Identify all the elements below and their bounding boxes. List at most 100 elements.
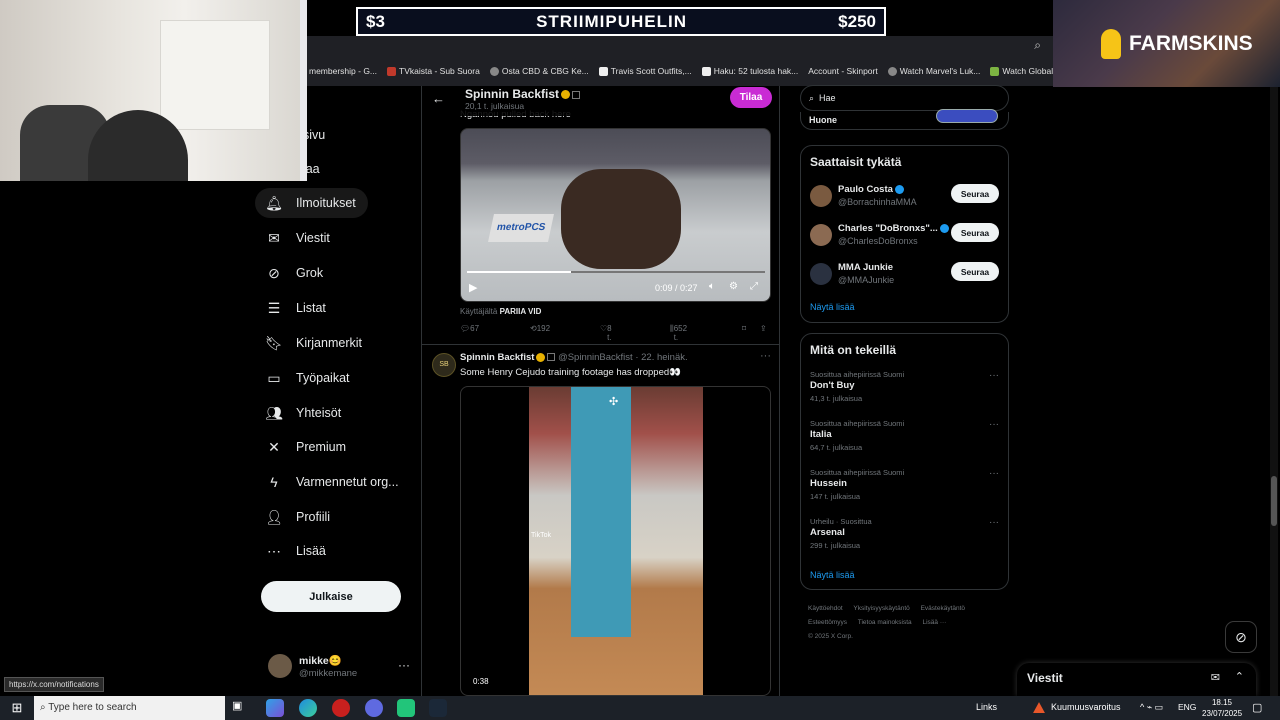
more-icon[interactable]: ··· <box>760 350 771 362</box>
edge-icon[interactable] <box>299 699 317 717</box>
play-icon[interactable]: ▶ <box>469 281 477 294</box>
sidebar-item-verified-orgs[interactable]: ϟ Varmennetut org... <box>255 467 398 497</box>
views-stat[interactable]: ⫼ 652 t. <box>670 324 687 342</box>
trend-item[interactable]: Suosittua aihepiirissä Suomi Don't Buy 4… <box>810 370 1005 410</box>
grok-icon[interactable]: ⊘ <box>1225 621 1257 653</box>
footer-link[interactable]: Yksityisyyskäytäntö <box>853 605 909 612</box>
account-switcher[interactable]: mikke😊 @mikkemane ··· <box>268 652 418 682</box>
task-view-icon[interactable]: ▣ <box>232 699 250 717</box>
verified-badge-icon <box>939 223 949 233</box>
more-icon[interactable]: ··· <box>989 517 999 528</box>
volume-icon[interactable]: 🔈︎ <box>709 281 715 292</box>
bookmark[interactable]: Account - Skinport <box>808 66 877 76</box>
clock[interactable]: 18.15 23/07/2025 <box>1202 697 1242 719</box>
reply-button[interactable]: 💬︎ 67 <box>460 324 479 333</box>
avatar[interactable]: SB <box>432 353 456 377</box>
follow-button[interactable]: Seuraa <box>951 184 999 203</box>
page-title: Spinnin Backfist <box>465 87 581 101</box>
sidebar-item-bookmarks[interactable]: 🔖︎ Kirjanmerkit <box>255 328 362 358</box>
sidebar-item-grok[interactable]: ⊘ Grok <box>255 258 323 288</box>
follow-suggestion[interactable]: Paulo Costa @BorrachinhaMMA Seuraa <box>810 183 1005 213</box>
post-button[interactable]: Julkaise <box>261 581 401 612</box>
sidebar-item-jobs[interactable]: ▭ Työpaikat <box>255 363 349 393</box>
bookmark[interactable]: Haku: 52 tulosta hak... <box>701 66 798 76</box>
video-pad <box>571 387 631 637</box>
search-icon[interactable]: ⌕ <box>1034 38 1041 53</box>
messages-drawer[interactable]: Viestit ✉ ⌃ <box>1017 663 1256 696</box>
sidebar-item-messages[interactable]: ✉ Viestit <box>255 223 330 253</box>
bookmark[interactable]: Osta CBD & CBG Ke... <box>489 66 589 76</box>
trend-item[interactable]: Urheilu · Suosittua Arsenal 299 t. julka… <box>810 517 1005 557</box>
bookmark-icon <box>701 66 711 76</box>
show-more-link[interactable]: Näytä lisää <box>810 570 855 580</box>
trend-item[interactable]: Suosittua aihepiirissä Suomi Italia 64,7… <box>810 419 1005 459</box>
like-button[interactable]: ♡ 8 t. <box>600 324 612 342</box>
follow-suggestion[interactable]: Charles "DoBronxs"... @CharlesDoBronxs S… <box>810 222 1005 252</box>
tweet[interactable]: SB Spinnin Backfist @SpinninBackfist · 2… <box>422 345 779 696</box>
weather-widget[interactable]: Kuumuusvaroitus <box>1033 702 1121 714</box>
sidebar-item-lists[interactable]: ☰ Listat <box>255 293 326 323</box>
profile-header: ← Spinnin Backfist 20,1 t. julkaisua Til… <box>422 86 779 116</box>
sidebar-item-notifications[interactable]: 🔔︎ Ilmoitukset <box>255 188 368 218</box>
repost-button[interactable]: ⟲ 192 <box>530 324 550 333</box>
sidebar-item-profile[interactable]: 👤︎ Profiili <box>255 502 330 532</box>
footer-link[interactable]: Evästekäytäntö <box>921 605 965 612</box>
footer-link[interactable]: Käyttöehdot <box>808 605 843 612</box>
video-time: 0:09 / 0:27 <box>655 283 698 293</box>
footer-link[interactable]: Esteettömyys <box>808 619 847 626</box>
more-icon[interactable]: ··· <box>398 658 410 672</box>
windows-start-icon[interactable]: ⊞ <box>0 696 34 720</box>
trend-item[interactable]: Suosittua aihepiirissä Suomi Hussein 147… <box>810 468 1005 508</box>
discord-icon[interactable] <box>365 699 383 717</box>
spaces-card[interactable]: Huone <box>800 109 1009 130</box>
show-more-link[interactable]: Näytä lisää <box>810 302 855 312</box>
sponsor-logo-icon <box>1101 28 1121 59</box>
sidebar-item-communities[interactable]: 👥︎ Yhteisöt <box>255 398 341 428</box>
more-icon[interactable]: ··· <box>989 419 999 430</box>
fullscreen-icon[interactable]: ⤢ <box>750 281 758 292</box>
card-title: Saattaisit tykätä <box>810 155 902 169</box>
gear-icon[interactable]: ⚙ <box>729 281 738 292</box>
chevron-up-icon[interactable]: ⌃ <box>1235 670 1244 683</box>
subscribe-button[interactable]: Tilaa <box>730 87 772 108</box>
sidebar-item-more[interactable]: ⋯ Lisää <box>255 536 326 566</box>
footer-link[interactable]: Tietoa mainoksista <box>858 619 912 626</box>
search-input[interactable]: ⌕ Hae <box>800 85 1009 111</box>
video-player[interactable]: ✣ TikTok 0:38 <box>460 386 771 696</box>
back-arrow-icon[interactable]: ← <box>432 91 445 106</box>
video-progress[interactable] <box>467 271 765 273</box>
more-icon[interactable]: ··· <box>989 370 999 381</box>
follow-button[interactable]: Seuraa <box>951 262 999 281</box>
follow-button[interactable]: Seuraa <box>951 223 999 242</box>
grok-icon: ⊘ <box>268 264 280 281</box>
share-icon[interactable]: ⇪ <box>760 324 767 333</box>
bookmark[interactable]: membership - G... <box>309 66 377 76</box>
system-tray[interactable]: ^ ⌁ ▭ <box>1140 702 1163 713</box>
bookmark-icon <box>489 66 499 76</box>
footer-link[interactable]: Lisää ··· <box>922 619 946 626</box>
video-player[interactable]: metroPCS ▶ 0:09 / 0:27 🔈︎ ⚙ ⤢ <box>460 128 771 302</box>
people-icon: 👥︎ <box>265 404 283 421</box>
expand-icon[interactable]: ✣ <box>609 395 618 408</box>
follow-suggestion[interactable]: MMA Junkie @MMAJunkie Seuraa <box>810 261 1005 291</box>
opera-icon[interactable] <box>332 699 350 717</box>
lightning-icon: ϟ <box>270 474 278 490</box>
app-icon[interactable] <box>266 699 284 717</box>
scrollbar-thumb[interactable] <box>1271 476 1277 526</box>
bookmark[interactable]: Travis Scott Outfits,... <box>598 66 692 76</box>
taskbar-search-input[interactable]: ⌕ Type here to search <box>34 696 225 720</box>
bookmark[interactable]: TVkaista - Sub Suora <box>387 66 480 76</box>
bookmark[interactable]: Watch Marvel's Luk... <box>887 66 980 76</box>
bookmark-icon <box>387 66 397 76</box>
taskbar-links[interactable]: Links <box>976 702 997 712</box>
cage-logo: metroPCS <box>488 214 554 242</box>
sidebar-item-premium[interactable]: ✕ Premium <box>255 432 346 462</box>
compose-message-icon[interactable]: ✉ <box>1211 671 1220 684</box>
notification-icon[interactable]: ▢ <box>1252 701 1262 714</box>
more-icon[interactable]: ··· <box>989 468 999 479</box>
language-indicator[interactable]: ENG <box>1178 702 1196 712</box>
app-icon[interactable] <box>397 699 415 717</box>
bookmark-icon[interactable]: ⌑ <box>742 324 746 333</box>
scrollbar[interactable] <box>1270 86 1278 696</box>
steam-icon[interactable] <box>429 699 447 717</box>
